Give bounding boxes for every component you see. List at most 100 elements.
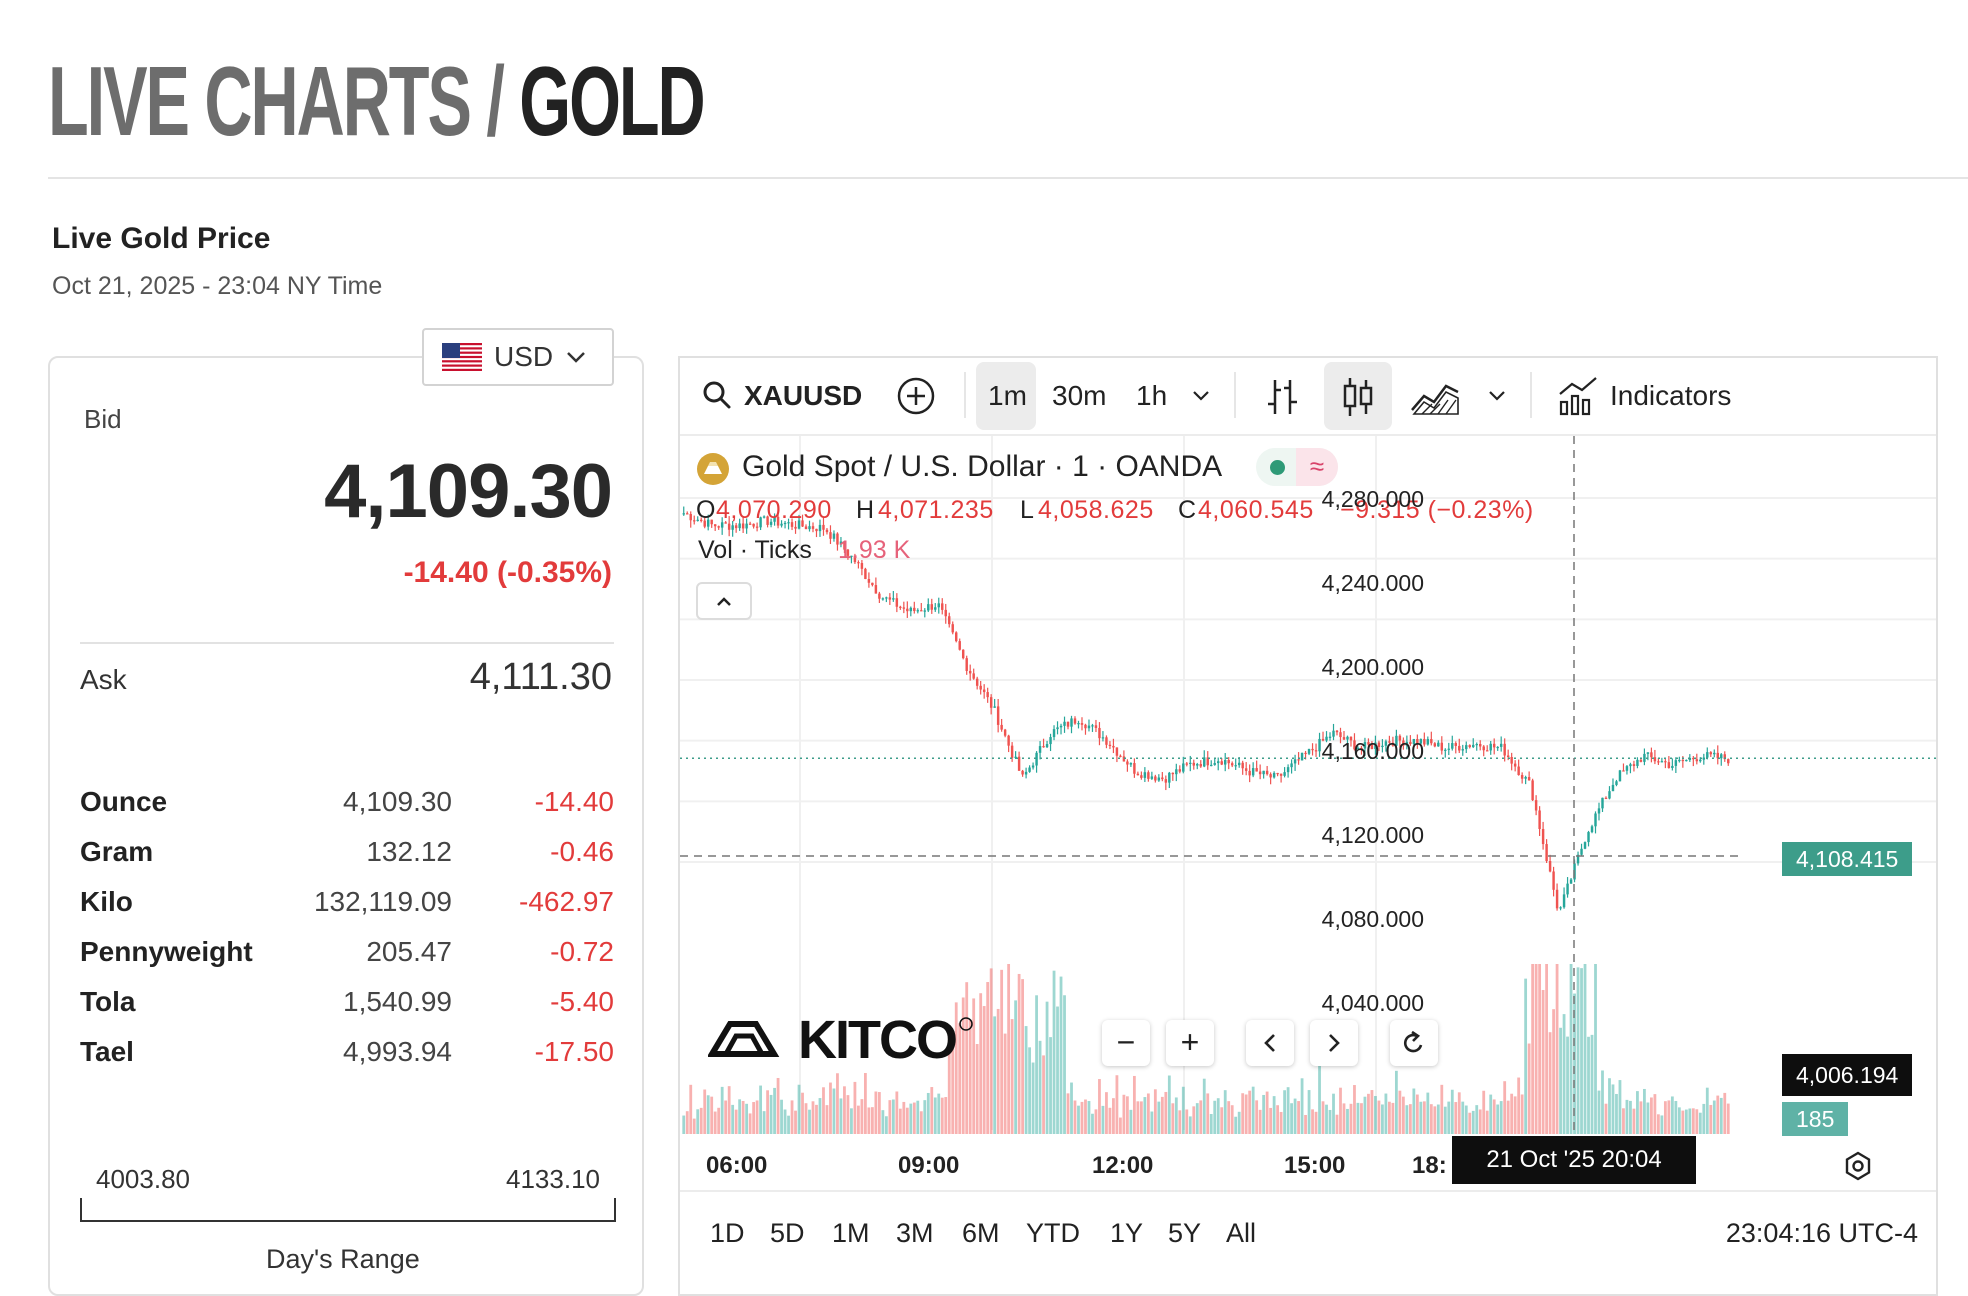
candle-body (1244, 768, 1248, 771)
volume-bar (1688, 1108, 1692, 1134)
volume-bar (811, 1101, 815, 1134)
candle-body (1465, 745, 1468, 750)
unit-name: Gram (80, 836, 154, 867)
candle-body (1185, 763, 1189, 765)
volume-bar (1105, 1092, 1108, 1134)
unit-row-tola: Tola 1,540.99 -5.40 (80, 986, 614, 1026)
chevron-down-icon[interactable] (1488, 390, 1506, 402)
market-status-pill: ≈ (1256, 448, 1338, 486)
y-tick: 4,160.000 (1321, 738, 1424, 764)
currency-select[interactable]: USD (422, 328, 614, 386)
volume-bar (1339, 1087, 1342, 1134)
volume-bar (1206, 1093, 1210, 1134)
volume-bar (1119, 1117, 1122, 1134)
candle-body (874, 585, 878, 594)
interval-1h[interactable]: 1h (1136, 380, 1167, 412)
us-flag-icon (442, 343, 482, 371)
unit-name: Ounce (80, 786, 168, 817)
volume-bar (1461, 1101, 1465, 1134)
range-5d[interactable]: 5D (770, 1218, 805, 1249)
candle-body (1437, 742, 1440, 747)
candle-body (923, 610, 927, 612)
volume-bar (1726, 1103, 1730, 1134)
candle-body (1713, 752, 1716, 755)
volume-bar (1485, 1110, 1489, 1134)
range-all[interactable]: All (1226, 1218, 1256, 1249)
range-1y[interactable]: 1Y (1110, 1218, 1143, 1249)
candles-chart-icon[interactable] (1340, 376, 1376, 418)
volume-bar (1381, 1104, 1384, 1134)
candle-body (1290, 763, 1293, 768)
compare-add-icon[interactable] (896, 376, 936, 416)
candle-body (1056, 727, 1059, 730)
candle-body (1304, 752, 1307, 755)
y-tick: 4,080.000 (1321, 906, 1424, 932)
volume-bar (1014, 1000, 1018, 1134)
candle-body (1283, 772, 1286, 776)
volume-bar (1000, 969, 1004, 1134)
volume-bar (825, 1105, 829, 1134)
range-6m[interactable]: 6M (962, 1218, 1000, 1249)
search-icon[interactable] (702, 380, 732, 410)
volume-bar (724, 1100, 728, 1134)
scroll-left-button[interactable] (1246, 1020, 1294, 1066)
collapse-legend-button[interactable] (696, 582, 752, 620)
volume-bar (1042, 1055, 1045, 1134)
candle-body (1042, 746, 1045, 748)
volume-bar (703, 1089, 707, 1134)
candle-body (1199, 764, 1202, 767)
chart-settings-icon[interactable] (1842, 1150, 1874, 1182)
candle-body (1140, 775, 1143, 778)
volume-bar (867, 1107, 871, 1134)
volume-bar (1594, 964, 1597, 1134)
candle-body (1262, 770, 1265, 775)
x-tick: 12:00 (1092, 1152, 1154, 1179)
volume-bar (1227, 1101, 1231, 1134)
ohlc-c-label: C (1178, 496, 1197, 524)
volume-bar (713, 1111, 717, 1134)
volume-bar (1524, 978, 1528, 1134)
volume-bar (1534, 964, 1538, 1134)
volume-bar (1457, 1092, 1461, 1134)
range-1d[interactable]: 1D (710, 1218, 745, 1249)
area-chart-icon[interactable] (1410, 376, 1460, 416)
candle-body (941, 603, 944, 610)
volume-bar (1608, 1078, 1611, 1134)
range-3m[interactable]: 3M (896, 1218, 934, 1249)
volume-bar (832, 1088, 836, 1134)
indicators-button[interactable]: Indicators (1610, 380, 1731, 412)
candle-body (1265, 770, 1269, 775)
volume-bar (1328, 1109, 1332, 1134)
candle-body (1157, 777, 1161, 781)
zoom-out-button[interactable]: − (1102, 1020, 1150, 1066)
zoom-in-button[interactable]: + (1166, 1020, 1214, 1066)
bid-change: -14.40 (-0.35%) (403, 556, 612, 589)
indicators-icon[interactable] (1558, 374, 1598, 416)
reset-chart-button[interactable] (1390, 1020, 1438, 1066)
volume-bar (898, 1108, 902, 1134)
unit-row-pennyweight: Pennyweight 205.47 -0.72 (80, 936, 614, 976)
range-5y[interactable]: 5Y (1168, 1218, 1201, 1249)
interval-30m[interactable]: 30m (1052, 380, 1106, 412)
volume-bar (1377, 1100, 1381, 1134)
bars-chart-icon[interactable] (1266, 378, 1300, 416)
volume-bar (1181, 1086, 1185, 1134)
volume-bar (783, 1109, 787, 1134)
scroll-right-button[interactable] (1310, 1020, 1358, 1066)
volume-bar (839, 1098, 843, 1134)
candle-body (811, 526, 815, 529)
volume-bar (1293, 1098, 1297, 1134)
candle-body (1583, 842, 1587, 849)
candle-body (1178, 769, 1182, 772)
volume-bar (857, 1105, 860, 1134)
range-ytd[interactable]: YTD (1026, 1218, 1080, 1249)
symbol-search[interactable]: XAUUSD (744, 380, 862, 412)
volume-bar (1342, 1103, 1346, 1134)
volume-bar (1258, 1109, 1262, 1134)
interval-1m[interactable]: 1m (988, 380, 1027, 412)
chevron-down-icon[interactable] (1192, 390, 1210, 402)
unit-name: Pennyweight (80, 936, 253, 967)
volume-bar (755, 1100, 759, 1134)
range-1m[interactable]: 1M (832, 1218, 870, 1249)
volume-bar (916, 1100, 920, 1134)
